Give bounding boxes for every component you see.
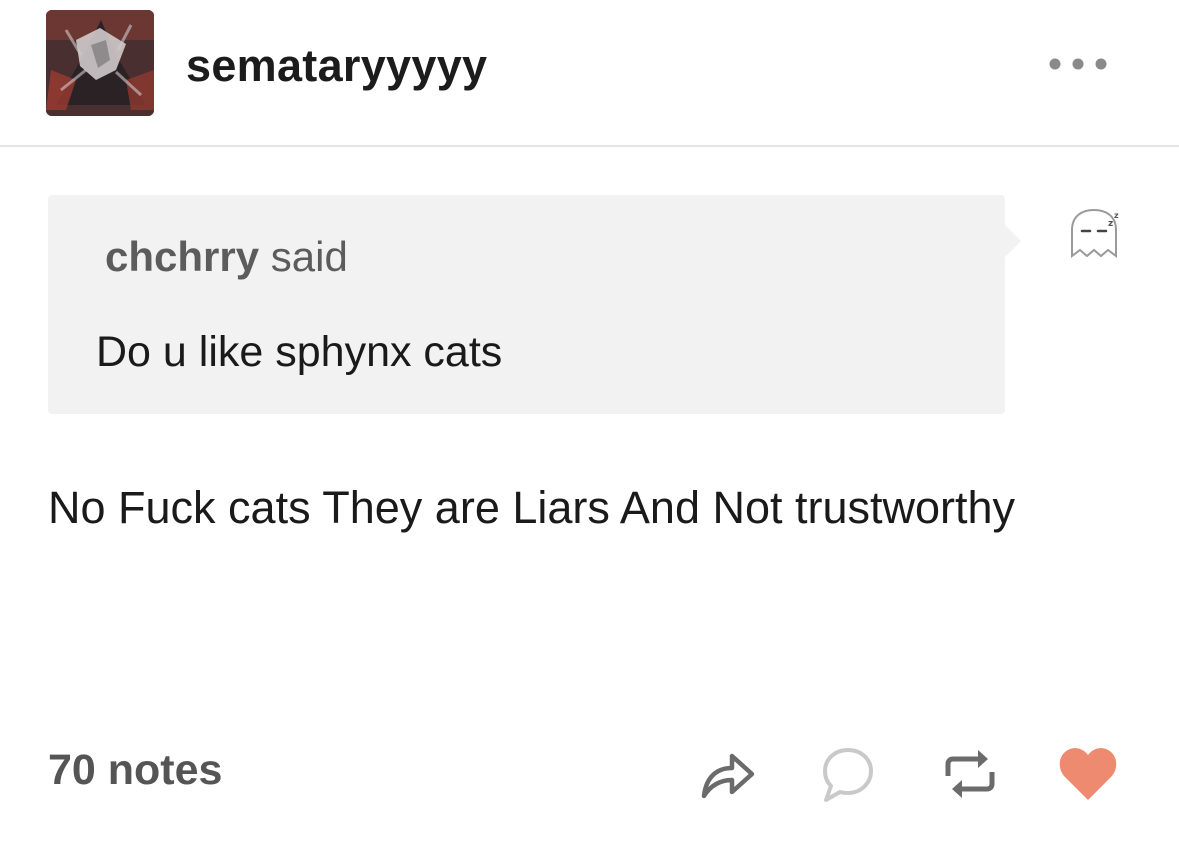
anonymous-ghost-icon: z z [1064, 204, 1128, 264]
reply-icon[interactable] [818, 744, 878, 804]
ask-question: Do u like sphynx cats [96, 328, 503, 376]
notes-count[interactable]: 70 notes [48, 746, 222, 795]
post-header: sematary​yyyy [0, 0, 1179, 147]
share-icon[interactable] [696, 742, 758, 804]
blog-avatar[interactable] [46, 10, 154, 116]
asker-name[interactable]: chchrry [105, 233, 259, 280]
ask-box: chchrry said Do u like sphynx cats [48, 195, 1021, 414]
asker-line: chchrry said [105, 233, 348, 281]
more-options-icon[interactable] [1043, 52, 1113, 76]
tumblr-post: sematary​yyyy chchrry said Do u like sph… [0, 0, 1179, 841]
svg-text:z: z [1108, 219, 1113, 229]
answer-text: No Fuck cats They are Liars And Not trus… [48, 482, 1016, 533]
reblog-icon[interactable] [940, 744, 1000, 804]
heart-icon[interactable] [1056, 744, 1120, 802]
svg-text:z: z [1114, 211, 1119, 220]
said-label: said [270, 233, 348, 280]
blog-name[interactable]: sematary​yyyy [186, 40, 487, 92]
